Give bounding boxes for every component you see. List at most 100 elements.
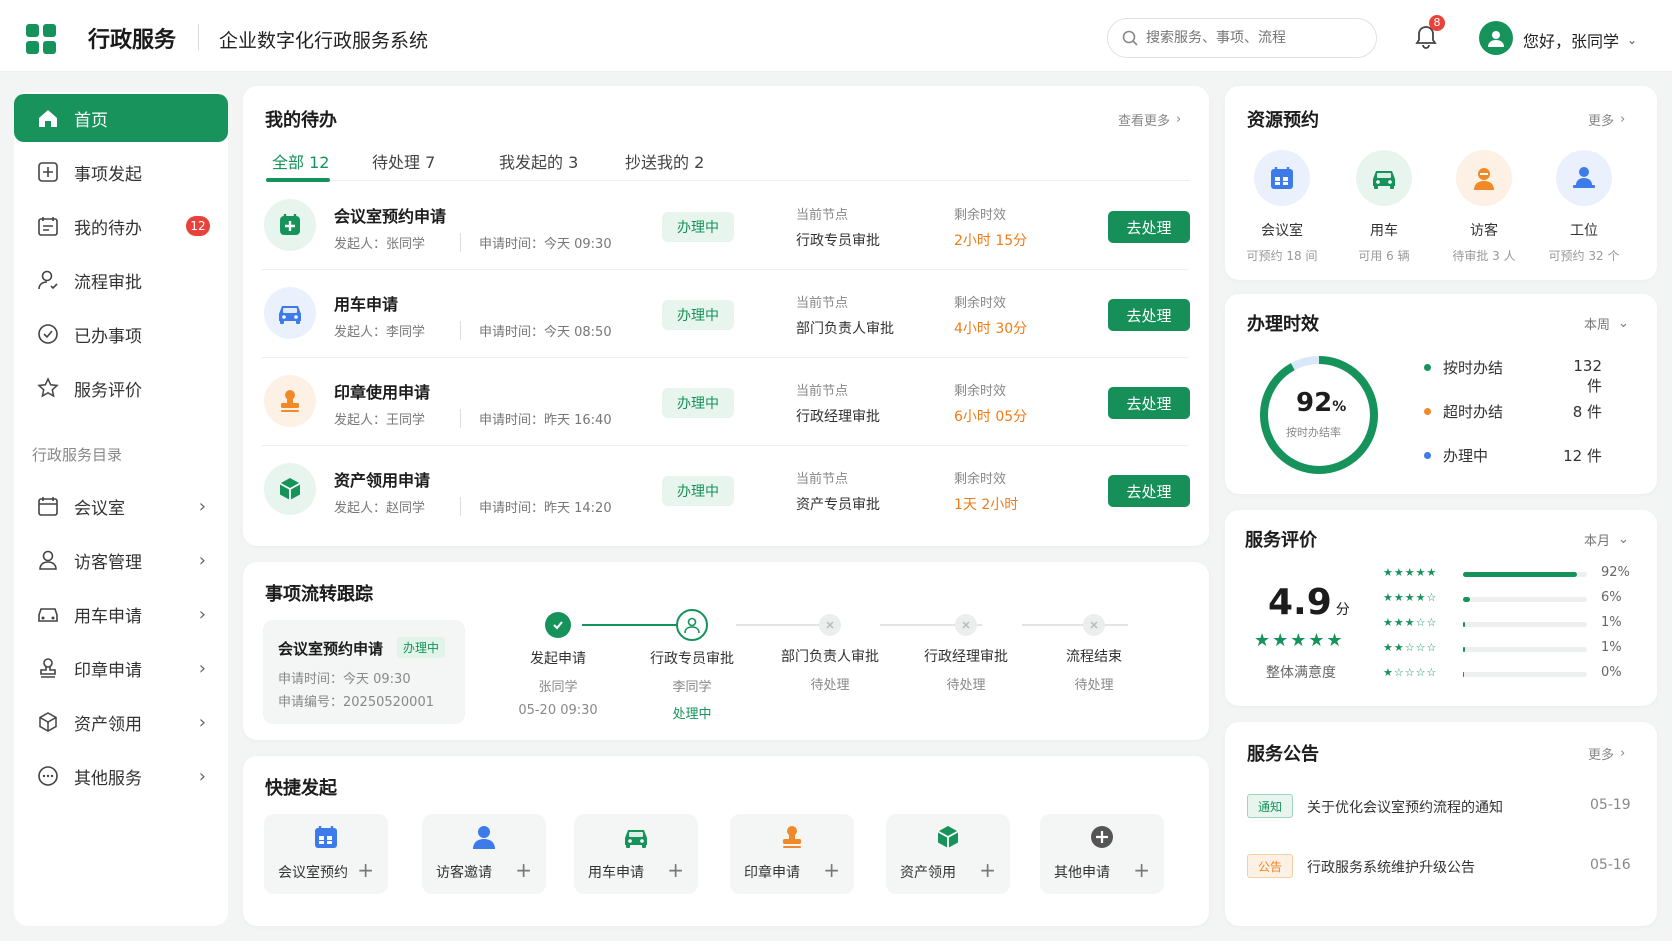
sidebar-item-label: 服务评价 [74,380,142,401]
rating-row: ★☆☆☆☆ 0% [1383,665,1633,681]
brand-title: 行政服务 [88,28,177,53]
chevron-right-icon: › [1620,112,1626,127]
chevron-down-icon: ⌄ [1618,532,1629,547]
sidebar-item-label: 印章申请 [74,660,142,681]
resource-2[interactable]: 用车 可用 6 辆 [1334,150,1434,264]
sidebar-item-asset[interactable]: 资产领用 › [14,698,228,746]
rating-bar-fill [1463,572,1578,577]
resource-1[interactable]: 会议室 可预约 18 间 [1232,150,1332,264]
quick-action-6[interactable]: 其他申请 + [1040,814,1164,894]
app-logo-icon[interactable] [26,24,56,54]
resource-title: 资源预约 [1247,110,1319,131]
rating-bar-track [1463,622,1587,627]
period-select[interactable]: 本周 ⌄ [1584,314,1629,333]
sidebar-item-other[interactable]: 其他服务 › [14,752,228,800]
sidebar-item-done[interactable]: 已办事项 [14,310,228,358]
process-button[interactable]: 去处理 [1108,475,1190,507]
node-value: 行政经理审批 [796,409,880,425]
quick-action-5[interactable]: 资产领用 + [886,814,1010,894]
tab-cc[interactable]: 抄送我的 2 [625,149,704,173]
period-select[interactable]: 本月 ⌄ [1584,530,1629,549]
sidebar-item-meeting-room[interactable]: 会议室 › [14,482,228,530]
search-input[interactable] [1146,30,1356,46]
chevron-right-icon: › [198,495,206,517]
resource-more-link[interactable]: 更多 › [1588,110,1625,129]
star-icon [36,376,60,400]
resource-3[interactable]: 访客 待审批 3 人 [1434,150,1534,264]
avatar[interactable] [1479,21,1513,55]
quick-action-3[interactable]: 用车申请 + [574,814,698,894]
step-name: 部门负责人审批 [781,649,879,665]
resource-4[interactable]: 工位 可预约 32 个 [1534,150,1634,264]
todo-row[interactable]: 资产领用申请 发起人：赵同学 申请时间：昨天 14:20 办理中 当前节点 资产… [262,446,1190,534]
sidebar-item-home[interactable]: 首页 [14,94,228,142]
user-icon [36,548,60,572]
step-name: 流程结束 [1066,649,1122,665]
rate-unit: % [1332,399,1347,415]
tab-pending[interactable]: 待处理 7 [372,149,435,173]
step-person: 李同学 [672,680,712,695]
sidebar-item-todo[interactable]: 我的待办 12 [14,202,228,250]
quick-action-4[interactable]: 印章申请 + [730,814,854,894]
rating-percent: 92% [1601,565,1630,580]
sidebar-item-approval[interactable]: 流程审批 [14,256,228,304]
sidebar-item-visitor[interactable]: 访客管理 › [14,536,228,584]
sidebar-item-create[interactable]: 事项发起 [14,148,228,196]
flow-step: 流程结束 待处理 [1019,612,1169,701]
process-button[interactable]: 去处理 [1108,211,1190,243]
sidebar-item-label: 我的待办 [74,218,142,239]
todo-item-title: 资产领用申请 [334,471,431,490]
plus-square-icon [36,160,60,184]
pending-icon [1083,614,1105,636]
chevron-right-icon: › [198,711,206,733]
rate-number: 92 [1296,388,1333,418]
flow-step: 发起申请 张同学 05-20 09:30 [483,612,633,718]
rating-bar-track [1463,647,1587,652]
chevron-right-icon: › [1620,746,1626,761]
quick-action-label: 会议室预约 [278,865,348,881]
rating-bar-fill [1463,597,1471,602]
tab-initiated[interactable]: 我发起的 3 [499,149,578,173]
todo-row[interactable]: 会议室预约申请 发起人：张同学 申请时间：今天 09:30 办理中 当前节点 行… [262,182,1190,270]
sidebar-item-label: 用车申请 [74,606,142,627]
process-button[interactable]: 去处理 [1108,387,1190,419]
chevron-right-icon: › [1176,112,1182,127]
remaining-label: 剩余时效 [954,208,1007,223]
todo-row[interactable]: 印章使用申请 发起人：王同学 申请时间：昨天 16:40 办理中 当前节点 行政… [262,358,1190,446]
remaining-label: 剩余时效 [954,472,1007,487]
user-menu[interactable]: 您好，张同学 ⌄ [1523,28,1637,52]
node-label: 当前节点 [796,208,849,223]
plus-icon: + [515,858,532,882]
desk-icon [1556,150,1612,206]
sidebar-item-rating[interactable]: 服务评价 [14,364,228,412]
tab-all[interactable]: 全部 12 [272,149,329,173]
quick-action-2[interactable]: 访客邀请 + [422,814,546,894]
rating-row: ★★★★☆ 6% [1383,590,1633,606]
rating-stars: ★★★★☆ [1383,591,1438,604]
flow-item-number: 申请编号：20250520001 [278,695,434,710]
resource-availability: 可预约 32 个 [1548,249,1620,263]
legend-value: 12 件 [1563,447,1602,465]
score-value: 4.9 分 [1268,582,1350,623]
process-button[interactable]: 去处理 [1108,299,1190,331]
notice-more-link[interactable]: 更多 › [1588,744,1625,763]
todo-item-title: 会议室预约申请 [334,207,447,226]
remaining-value: 2小时 15分 [954,233,1028,249]
step-person: 待处理 [1074,678,1114,693]
todo-row[interactable]: 用车申请 发起人：李同学 申请时间：今天 08:50 办理中 当前节点 部门负责… [262,270,1190,358]
legend-label: 按时办结 [1443,359,1504,377]
sidebar-item-stamp[interactable]: 印章申请 › [14,644,228,692]
quick-action-1[interactable]: 会议室预约 + [264,814,388,894]
sidebar-item-car[interactable]: 用车申请 › [14,590,228,638]
todo-more-link[interactable]: 查看更多 › [1118,110,1181,129]
flow-title: 事项流转跟踪 [265,584,373,605]
remaining-value: 6小时 05分 [954,409,1028,425]
search-box[interactable] [1107,18,1377,58]
quick-action-label: 访客邀请 [436,865,492,881]
todo-item-initiator: 发起人：赵同学 [334,501,426,516]
car-icon [1356,150,1412,206]
status-badge: 办理中 [662,300,734,330]
notification-bell[interactable]: 8 [1413,15,1445,54]
step-person: 待处理 [810,678,850,693]
flow-item-card[interactable]: 会议室预约申请 办理中 申请时间：今天 09:30 申请编号：202505200… [263,620,465,724]
